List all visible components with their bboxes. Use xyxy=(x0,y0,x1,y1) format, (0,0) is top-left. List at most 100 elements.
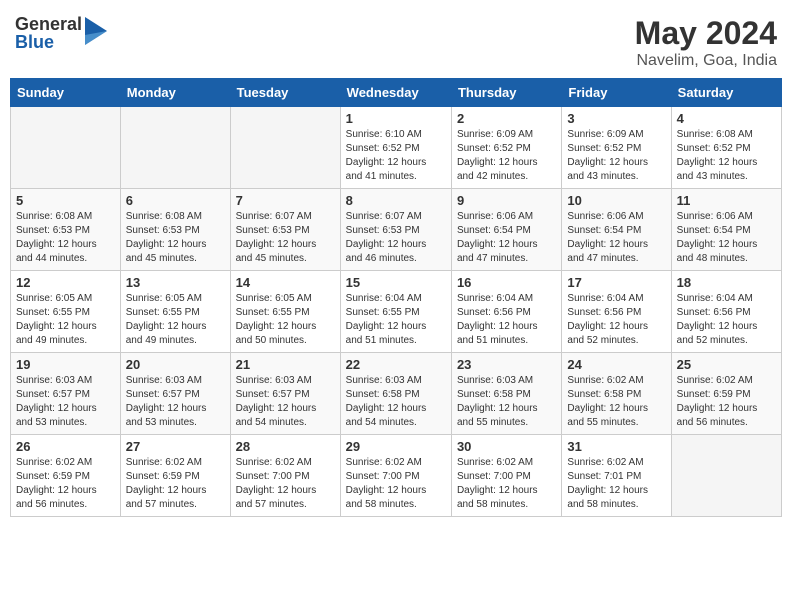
day-number: 10 xyxy=(567,193,665,208)
day-info: Sunrise: 6:03 AM Sunset: 6:58 PM Dayligh… xyxy=(346,374,446,430)
calendar-cell xyxy=(230,107,340,189)
logo-general: General xyxy=(15,15,82,33)
calendar-cell: 20Sunrise: 6:03 AM Sunset: 6:57 PM Dayli… xyxy=(120,353,230,435)
day-info: Sunrise: 6:02 AM Sunset: 7:00 PM Dayligh… xyxy=(457,456,556,512)
calendar-cell: 29 Sunrise: 6:02 AM Sunset: 7:00 PM Dayli… xyxy=(340,435,451,517)
day-info: Sunrise: 6:02 AM Sunset: 7:00 PM Dayligh… xyxy=(236,456,335,512)
calendar-cell xyxy=(120,107,230,189)
day-number: 18 xyxy=(677,275,776,290)
day-number: 28 xyxy=(236,439,335,454)
day-number: 21 xyxy=(236,357,335,372)
day-info: Sunrise: 6:05 AM Sunset: 6:55 PM Dayligh… xyxy=(126,292,225,348)
calendar-cell: 10Sunrise: 6:06 AM Sunset: 6:54 PM Dayli… xyxy=(562,189,671,271)
week-row-3: 12 Sunrise: 6:05 AM Sunset: 6:55 PM Dayli… xyxy=(11,271,782,353)
calendar-cell: 3 Sunrise: 6:09 AM Sunset: 6:52 PM Daylig… xyxy=(562,107,671,189)
logo-blue: Blue xyxy=(15,33,82,51)
day-info: Sunrise: 6:10 AM Sunset: 6:52 PM Dayligh… xyxy=(346,128,446,184)
day-number: 13 xyxy=(126,275,225,290)
day-number: 4 xyxy=(677,111,776,126)
day-number: 2 xyxy=(457,111,556,126)
calendar-cell: 30 Sunrise: 6:02 AM Sunset: 7:00 PM Dayli… xyxy=(451,435,561,517)
day-number: 14 xyxy=(236,275,335,290)
title-block: May 2024 Navelim, Goa, India xyxy=(635,15,777,70)
logo: General Blue xyxy=(15,15,107,51)
day-info: Sunrise: 6:03 AM Sunset: 6:57 PM Dayligh… xyxy=(16,374,115,430)
calendar-cell: 23 Sunrise: 6:03 AM Sunset: 6:58 PM Dayli… xyxy=(451,353,561,435)
column-header-wednesday: Wednesday xyxy=(340,79,451,107)
day-number: 11 xyxy=(677,193,776,208)
calendar-cell: 19 Sunrise: 6:03 AM Sunset: 6:57 PM Dayli… xyxy=(11,353,121,435)
day-number: 7 xyxy=(236,193,335,208)
location: Navelim, Goa, India xyxy=(635,52,777,70)
calendar-cell: 22 Sunrise: 6:03 AM Sunset: 6:58 PM Dayli… xyxy=(340,353,451,435)
day-info: Sunrise: 6:04 AM Sunset: 6:56 PM Dayligh… xyxy=(677,292,776,348)
page-header: General Blue May 2024 Navelim, Goa, Indi… xyxy=(10,10,782,70)
column-header-thursday: Thursday xyxy=(451,79,561,107)
day-number: 6 xyxy=(126,193,225,208)
day-info: Sunrise: 6:07 AM Sunset: 6:53 PM Dayligh… xyxy=(236,210,335,266)
day-number: 19 xyxy=(16,357,115,372)
calendar-cell: 16 Sunrise: 6:04 AM Sunset: 6:56 PM Dayli… xyxy=(451,271,561,353)
day-info: Sunrise: 6:02 AM Sunset: 6:58 PM Dayligh… xyxy=(567,374,665,430)
calendar-table: SundayMondayTuesdayWednesdayThursdayFrid… xyxy=(10,78,782,517)
day-info: Sunrise: 6:05 AM Sunset: 6:55 PM Dayligh… xyxy=(16,292,115,348)
calendar-cell: 7 Sunrise: 6:07 AM Sunset: 6:53 PM Daylig… xyxy=(230,189,340,271)
day-info: Sunrise: 6:09 AM Sunset: 6:52 PM Dayligh… xyxy=(457,128,556,184)
week-row-2: 5 Sunrise: 6:08 AM Sunset: 6:53 PM Daylig… xyxy=(11,189,782,271)
day-number: 1 xyxy=(346,111,446,126)
day-info: Sunrise: 6:09 AM Sunset: 6:52 PM Dayligh… xyxy=(567,128,665,184)
day-info: Sunrise: 6:03 AM Sunset: 6:57 PM Dayligh… xyxy=(236,374,335,430)
calendar-cell: 24 Sunrise: 6:02 AM Sunset: 6:58 PM Dayli… xyxy=(562,353,671,435)
day-number: 9 xyxy=(457,193,556,208)
day-info: Sunrise: 6:07 AM Sunset: 6:53 PM Dayligh… xyxy=(346,210,446,266)
day-info: Sunrise: 6:06 AM Sunset: 6:54 PM Dayligh… xyxy=(457,210,556,266)
calendar-cell: 17 Sunrise: 6:04 AM Sunset: 6:56 PM Dayli… xyxy=(562,271,671,353)
day-info: Sunrise: 6:02 AM Sunset: 7:01 PM Dayligh… xyxy=(567,456,665,512)
calendar-cell: 4Sunrise: 6:08 AM Sunset: 6:52 PM Daylig… xyxy=(671,107,781,189)
day-info: Sunrise: 6:05 AM Sunset: 6:55 PM Dayligh… xyxy=(236,292,335,348)
day-info: Sunrise: 6:08 AM Sunset: 6:53 PM Dayligh… xyxy=(126,210,225,266)
calendar-cell: 12 Sunrise: 6:05 AM Sunset: 6:55 PM Dayli… xyxy=(11,271,121,353)
day-number: 16 xyxy=(457,275,556,290)
day-info: Sunrise: 6:03 AM Sunset: 6:58 PM Dayligh… xyxy=(457,374,556,430)
day-info: Sunrise: 6:04 AM Sunset: 6:56 PM Dayligh… xyxy=(457,292,556,348)
column-header-friday: Friday xyxy=(562,79,671,107)
column-header-monday: Monday xyxy=(120,79,230,107)
calendar-cell: 28 Sunrise: 6:02 AM Sunset: 7:00 PM Dayli… xyxy=(230,435,340,517)
calendar-cell: 14 Sunrise: 6:05 AM Sunset: 6:55 PM Dayli… xyxy=(230,271,340,353)
day-number: 3 xyxy=(567,111,665,126)
day-info: Sunrise: 6:04 AM Sunset: 6:55 PM Dayligh… xyxy=(346,292,446,348)
day-number: 17 xyxy=(567,275,665,290)
calendar-cell: 27Sunrise: 6:02 AM Sunset: 6:59 PM Dayli… xyxy=(120,435,230,517)
day-number: 23 xyxy=(457,357,556,372)
day-number: 24 xyxy=(567,357,665,372)
calendar-cell: 5Sunrise: 6:08 AM Sunset: 6:53 PM Daylig… xyxy=(11,189,121,271)
day-info: Sunrise: 6:02 AM Sunset: 6:59 PM Dayligh… xyxy=(16,456,115,512)
calendar-cell xyxy=(671,435,781,517)
day-info: Sunrise: 6:03 AM Sunset: 6:57 PM Dayligh… xyxy=(126,374,225,430)
week-row-5: 26Sunrise: 6:02 AM Sunset: 6:59 PM Dayli… xyxy=(11,435,782,517)
calendar-cell: 25Sunrise: 6:02 AM Sunset: 6:59 PM Dayli… xyxy=(671,353,781,435)
day-number: 12 xyxy=(16,275,115,290)
day-info: Sunrise: 6:04 AM Sunset: 6:56 PM Dayligh… xyxy=(567,292,665,348)
day-info: Sunrise: 6:02 AM Sunset: 7:00 PM Dayligh… xyxy=(346,456,446,512)
calendar-cell: 26Sunrise: 6:02 AM Sunset: 6:59 PM Dayli… xyxy=(11,435,121,517)
column-header-tuesday: Tuesday xyxy=(230,79,340,107)
day-number: 15 xyxy=(346,275,446,290)
column-header-saturday: Saturday xyxy=(671,79,781,107)
calendar-cell: 2 Sunrise: 6:09 AM Sunset: 6:52 PM Daylig… xyxy=(451,107,561,189)
day-info: Sunrise: 6:02 AM Sunset: 6:59 PM Dayligh… xyxy=(677,374,776,430)
day-number: 8 xyxy=(346,193,446,208)
calendar-cell: 9 Sunrise: 6:06 AM Sunset: 6:54 PM Daylig… xyxy=(451,189,561,271)
day-number: 29 xyxy=(346,439,446,454)
calendar-cell: 11Sunrise: 6:06 AM Sunset: 6:54 PM Dayli… xyxy=(671,189,781,271)
calendar-cell: 1 Sunrise: 6:10 AM Sunset: 6:52 PM Daylig… xyxy=(340,107,451,189)
logo-icon xyxy=(85,17,107,45)
day-info: Sunrise: 6:02 AM Sunset: 6:59 PM Dayligh… xyxy=(126,456,225,512)
calendar-cell: 18 Sunrise: 6:04 AM Sunset: 6:56 PM Dayli… xyxy=(671,271,781,353)
day-number: 22 xyxy=(346,357,446,372)
calendar-cell: 31Sunrise: 6:02 AM Sunset: 7:01 PM Dayli… xyxy=(562,435,671,517)
day-number: 5 xyxy=(16,193,115,208)
day-number: 30 xyxy=(457,439,556,454)
calendar-cell: 6 Sunrise: 6:08 AM Sunset: 6:53 PM Daylig… xyxy=(120,189,230,271)
